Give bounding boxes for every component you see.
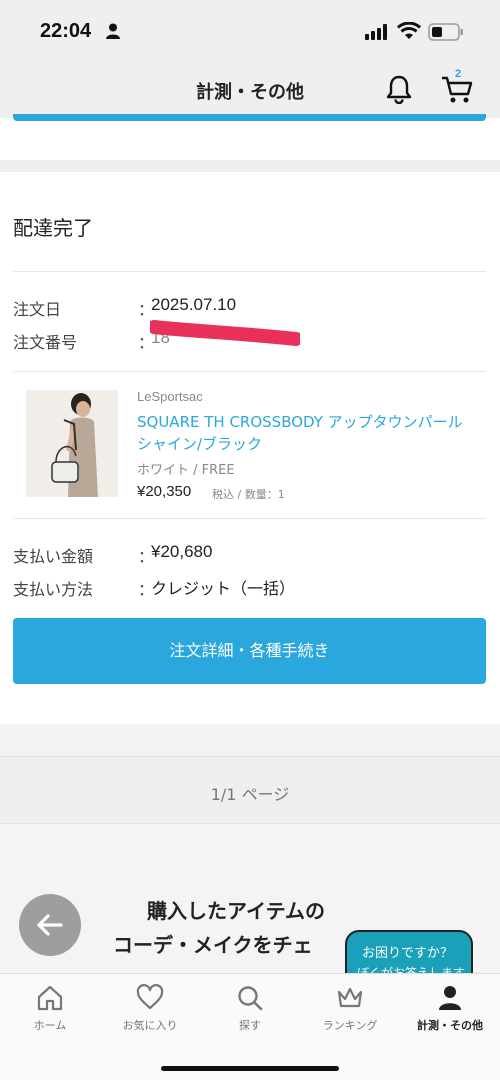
divider (13, 518, 486, 519)
wifi-icon (397, 22, 421, 39)
arrow-left-icon (37, 914, 63, 936)
heart-icon (136, 984, 164, 1010)
help-text-line1: お困りですか？ (362, 946, 454, 961)
order-date-label: 注文日 (13, 300, 62, 319)
app-header: 計測・その他 2 (0, 62, 500, 118)
order-detail-button[interactable]: 注文詳細・各種手続き (13, 618, 486, 684)
crown-icon (337, 987, 363, 1008)
cart-count-badge: 2 (455, 68, 462, 80)
home-icon (37, 985, 63, 1011)
tab-ranking[interactable]: ランキング (300, 974, 400, 1034)
pagination: 1/1 ページ (0, 756, 500, 824)
product-brand: LeSportsac (137, 389, 203, 404)
order-status: 配達完了 (13, 216, 93, 240)
product-price: ¥20,350 (137, 483, 192, 500)
previous-button-edge[interactable] (13, 114, 486, 121)
home-indicator (161, 1066, 339, 1071)
search-icon (238, 986, 263, 1011)
divider (13, 271, 486, 272)
battery-icon (428, 23, 463, 41)
product-variant: ホワイト / FREE (137, 463, 235, 478)
order-date-value: 2025.07.10 (151, 295, 237, 314)
payment-amount-value: ¥20,680 (151, 542, 213, 561)
person-status-icon (106, 23, 120, 39)
status-time: 22:04 (40, 20, 92, 42)
tab-measure-other[interactable]: 計測・その他 (400, 974, 500, 1034)
payment-method-value: クレジット（一括） (151, 579, 296, 598)
tab-label: ホーム (33, 1019, 67, 1032)
tab-label: 計測・その他 (417, 1019, 483, 1032)
bottom-tab-bar: ホーム お気に入り 探す ランキング 計測・その他 (0, 973, 500, 1080)
tab-label: お気に入り (122, 1019, 178, 1032)
product-image[interactable] (26, 390, 118, 497)
payment-amount-label: 支払い金額 (13, 547, 94, 566)
tab-label: 探す (239, 1019, 261, 1032)
section-gap (0, 160, 500, 172)
tab-home[interactable]: ホーム (0, 974, 100, 1034)
previous-card-bottom (0, 118, 500, 160)
cellular-signal-icon (365, 24, 387, 40)
status-bar: 22:04 (0, 0, 500, 62)
back-button[interactable] (19, 894, 81, 956)
price-note: 税込 / 数量：1 (212, 488, 285, 501)
divider (13, 371, 486, 372)
order-card: 配達完了 注文日 ： 2025.07.10 注文番号 ： 18 LeSports… (0, 172, 500, 724)
bell-icon[interactable] (384, 74, 414, 104)
order-number-label: 注文番号 (13, 333, 78, 352)
person-icon (439, 986, 461, 1010)
tab-label: ランキング (322, 1019, 378, 1032)
tab-search[interactable]: 探す (200, 974, 300, 1034)
page-indicator: 1/1 ページ (210, 785, 290, 804)
product-name-link[interactable]: SQUARE TH CROSSBODY アップタウンパールシャイン/ブラック (137, 411, 477, 455)
promo-heading-line1: 購入したアイテムの (147, 899, 325, 923)
tab-favorites[interactable]: お気に入り (100, 974, 200, 1034)
promo-heading-line2: コーデ・メイクをチェ (113, 933, 313, 957)
model-photo-icon (26, 390, 118, 497)
payment-method-label: 支払い方法 (13, 580, 94, 599)
page-title: 計測・その他 (196, 82, 304, 103)
redaction-scribble (150, 320, 300, 346)
